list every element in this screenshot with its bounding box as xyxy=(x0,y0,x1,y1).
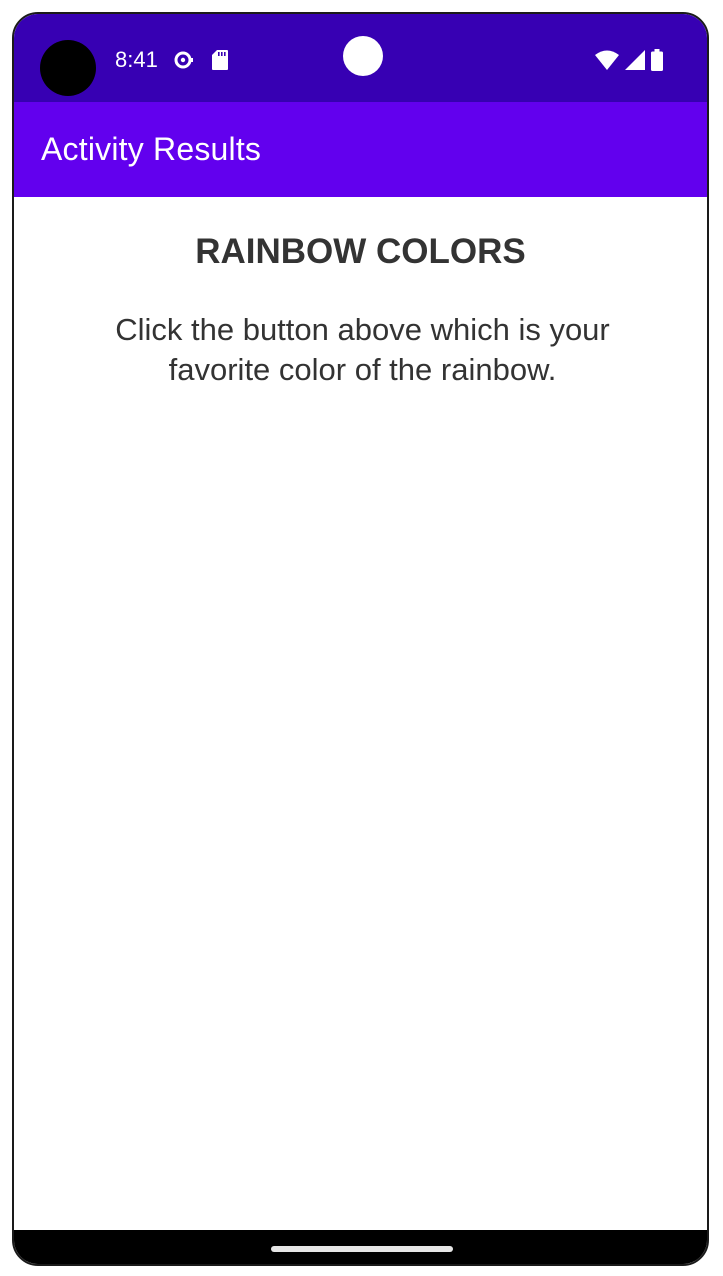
navigation-bar xyxy=(14,1230,707,1264)
instruction-text: Click the button above which is your fav… xyxy=(115,312,610,387)
app-title: Activity Results xyxy=(41,131,262,167)
status-bar: 8:41 xyxy=(14,14,707,102)
sd-card-icon xyxy=(212,50,228,70)
cell-signal-icon xyxy=(625,50,645,70)
wifi-icon xyxy=(595,50,619,70)
status-time: 8:41 xyxy=(115,47,158,72)
front-sensor xyxy=(343,36,383,76)
page-heading: RAINBOW COLORS xyxy=(195,232,526,271)
camera-cutout xyxy=(40,40,96,96)
app-bar: Activity Results xyxy=(14,102,707,197)
sync-icon xyxy=(174,51,193,69)
phone-frame: 8:41 Activity Results RAINBOW COLORS Cli… xyxy=(12,12,709,1266)
main-content: RAINBOW COLORS Click the button above wh… xyxy=(14,197,707,1230)
status-icons-right xyxy=(595,48,663,72)
home-gesture-handle[interactable] xyxy=(271,1246,453,1252)
battery-icon xyxy=(651,49,663,71)
